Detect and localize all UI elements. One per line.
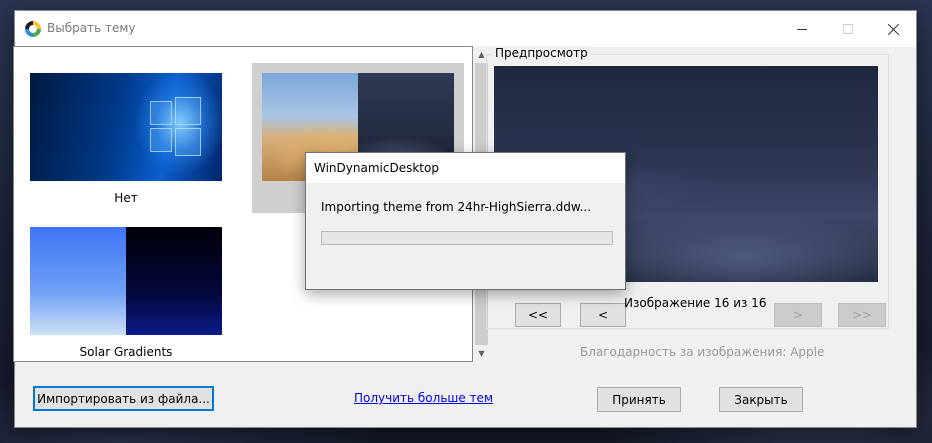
- get-more-themes-link[interactable]: Получить больше тем: [354, 391, 493, 405]
- app-icon: [25, 21, 41, 37]
- title-bar[interactable]: Выбрать тему: [15, 11, 916, 47]
- image-credit: Благодарность за изображения: Apple: [580, 345, 825, 359]
- image-counter: Изображение 16 из 16: [624, 296, 767, 310]
- apply-button[interactable]: Принять: [597, 387, 681, 412]
- theme-thumbnail: [30, 73, 222, 181]
- preview-legend: Предпросмотр: [492, 46, 591, 60]
- theme-label: Нет: [114, 191, 138, 205]
- dialog-title[interactable]: WinDynamicDesktop: [306, 153, 625, 183]
- maximize-button: [825, 11, 871, 47]
- last-image-button: >>: [838, 303, 886, 327]
- import-from-file-button[interactable]: Импортировать из файла...: [33, 386, 214, 411]
- theme-label: Solar Gradients: [79, 345, 173, 359]
- dialog-message: Importing theme from 24hr-HighSierra.ddw…: [321, 200, 592, 214]
- close-icon: [888, 23, 900, 35]
- first-image-button[interactable]: <<: [515, 303, 561, 327]
- minimize-button[interactable]: [779, 11, 825, 47]
- next-image-button: >: [774, 303, 822, 327]
- import-progress-bar: [321, 231, 613, 245]
- minimize-icon: [797, 28, 807, 30]
- scroll-down-arrow-icon[interactable]: ▼: [473, 345, 490, 362]
- theme-thumbnail: [30, 227, 222, 335]
- previous-image-button[interactable]: <: [580, 303, 626, 327]
- close-button[interactable]: Закрыть: [719, 387, 803, 412]
- close-window-button[interactable]: [871, 11, 917, 47]
- import-progress-dialog: WinDynamicDesktop Importing theme from 2…: [305, 152, 626, 290]
- window-title: Выбрать тему: [47, 21, 136, 35]
- theme-item-none[interactable]: Нет: [20, 63, 232, 213]
- maximize-icon: [843, 24, 853, 34]
- theme-item-solar-gradients[interactable]: Solar Gradients: [20, 217, 232, 361]
